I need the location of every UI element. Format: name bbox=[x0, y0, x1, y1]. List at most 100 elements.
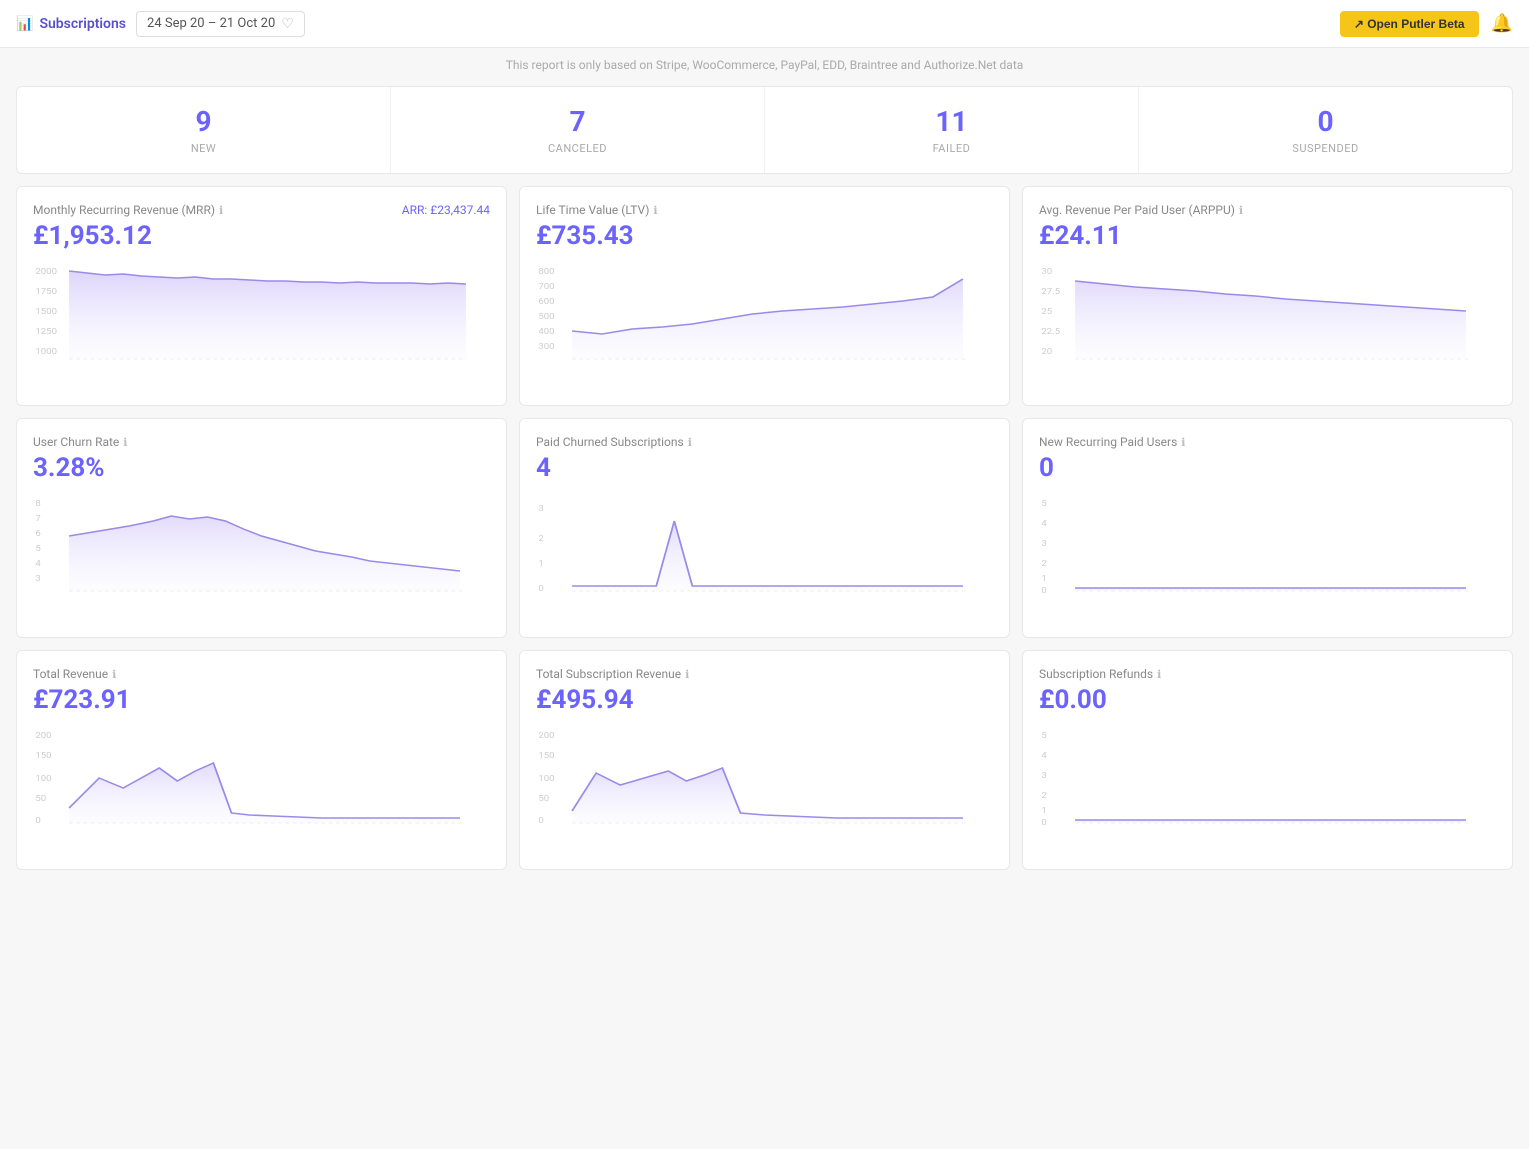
card-arppu-title: Avg. Revenue Per Paid User (ARPPU) ℹ bbox=[1039, 203, 1243, 217]
total-revenue-chart: 200 150 100 50 0 bbox=[33, 723, 490, 833]
summary-bar: 9 NEW 7 CANCELED 11 FAILED 0 SUSPENDED bbox=[16, 86, 1513, 174]
arppu-chart: 30 27.5 25 22.5 20 bbox=[1039, 259, 1496, 369]
svg-text:4: 4 bbox=[1041, 752, 1046, 761]
svg-text:2: 2 bbox=[1041, 560, 1046, 569]
svg-text:1: 1 bbox=[1041, 575, 1046, 584]
svg-text:1750: 1750 bbox=[35, 288, 57, 297]
svg-text:0: 0 bbox=[1041, 819, 1046, 828]
failed-label: FAILED bbox=[775, 142, 1128, 155]
card-churned-subs: Paid Churned Subscriptions ℹ 4 3 2 1 0 bbox=[519, 418, 1010, 638]
svg-text:600: 600 bbox=[538, 298, 554, 307]
svg-text:500: 500 bbox=[538, 313, 554, 322]
card-churned-subs-header: Paid Churned Subscriptions ℹ bbox=[536, 435, 993, 449]
svg-text:200: 200 bbox=[538, 732, 554, 741]
card-ltv: Life Time Value (LTV) ℹ £735.43 800 700 … bbox=[519, 186, 1010, 406]
subscriptions-icon: 📊 bbox=[16, 16, 33, 32]
new-label: NEW bbox=[27, 142, 380, 155]
info-icon-total-sub-revenue[interactable]: ℹ bbox=[685, 668, 689, 681]
card-refunds-title: Subscription Refunds ℹ bbox=[1039, 667, 1161, 681]
mrr-value: £1,953.12 bbox=[33, 221, 490, 251]
svg-text:3: 3 bbox=[1041, 772, 1046, 781]
svg-text:100: 100 bbox=[538, 775, 554, 784]
card-mrr-header: Monthly Recurring Revenue (MRR) ℹ ARR: £… bbox=[33, 203, 490, 217]
svg-text:50: 50 bbox=[35, 795, 46, 804]
app-title: 📊 Subscriptions bbox=[16, 16, 126, 32]
card-ltv-header: Life Time Value (LTV) ℹ bbox=[536, 203, 993, 217]
card-new-recurring: New Recurring Paid Users ℹ 0 5 4 3 2 1 0 bbox=[1022, 418, 1513, 638]
favorite-icon[interactable]: ♡ bbox=[281, 16, 294, 32]
svg-text:1000: 1000 bbox=[35, 348, 57, 357]
header-left: 📊 Subscriptions 24 Sep 20 – 21 Oct 20 ♡ bbox=[16, 11, 305, 37]
card-total-revenue-header: Total Revenue ℹ bbox=[33, 667, 490, 681]
card-refunds-header: Subscription Refunds ℹ bbox=[1039, 667, 1496, 681]
svg-text:150: 150 bbox=[538, 752, 554, 761]
svg-text:1: 1 bbox=[1041, 807, 1046, 816]
svg-text:7: 7 bbox=[35, 515, 40, 524]
svg-text:5: 5 bbox=[1041, 732, 1046, 741]
card-total-sub-revenue-header: Total Subscription Revenue ℹ bbox=[536, 667, 993, 681]
card-arppu-header: Avg. Revenue Per Paid User (ARPPU) ℹ bbox=[1039, 203, 1496, 217]
card-ltv-title: Life Time Value (LTV) ℹ bbox=[536, 203, 658, 217]
svg-text:22.5: 22.5 bbox=[1041, 328, 1060, 337]
card-total-sub-revenue-title: Total Subscription Revenue ℹ bbox=[536, 667, 689, 681]
svg-text:700: 700 bbox=[538, 283, 554, 292]
total-sub-revenue-chart: 200 150 100 50 0 bbox=[536, 723, 993, 833]
svg-text:4: 4 bbox=[35, 560, 40, 569]
card-churn: User Churn Rate ℹ 3.28% 8 7 6 5 4 3 bbox=[16, 418, 507, 638]
new-recurring-chart: 5 4 3 2 1 0 bbox=[1039, 491, 1496, 601]
info-icon-arppu[interactable]: ℹ bbox=[1239, 204, 1243, 217]
total-sub-revenue-value: £495.94 bbox=[536, 685, 993, 715]
new-count: 9 bbox=[27, 105, 380, 138]
svg-text:100: 100 bbox=[35, 775, 51, 784]
card-churn-header: User Churn Rate ℹ bbox=[33, 435, 490, 449]
svg-text:4: 4 bbox=[1041, 520, 1046, 529]
failed-count: 11 bbox=[775, 105, 1128, 138]
svg-text:2000: 2000 bbox=[35, 268, 57, 277]
header: 📊 Subscriptions 24 Sep 20 – 21 Oct 20 ♡ … bbox=[0, 0, 1529, 48]
info-icon-ltv[interactable]: ℹ bbox=[653, 204, 657, 217]
svg-text:0: 0 bbox=[538, 585, 543, 594]
svg-text:5: 5 bbox=[1041, 500, 1046, 509]
notice-text: This report is only based on Stripe, Woo… bbox=[506, 58, 1024, 72]
arr-value: ARR: £23,437.44 bbox=[402, 203, 490, 217]
arppu-value: £24.11 bbox=[1039, 221, 1496, 251]
suspended-count: 0 bbox=[1149, 105, 1502, 138]
svg-text:3: 3 bbox=[35, 575, 40, 584]
svg-text:25: 25 bbox=[1041, 308, 1052, 317]
canceled-count: 7 bbox=[401, 105, 754, 138]
title-text: Subscriptions bbox=[39, 16, 126, 32]
svg-text:300: 300 bbox=[538, 343, 554, 352]
card-churned-subs-title: Paid Churned Subscriptions ℹ bbox=[536, 435, 692, 449]
info-icon-new-recurring[interactable]: ℹ bbox=[1181, 436, 1185, 449]
mrr-chart: 2000 1750 1500 1250 1000 bbox=[33, 259, 490, 369]
refunds-value: £0.00 bbox=[1039, 685, 1496, 715]
svg-text:8: 8 bbox=[35, 500, 40, 509]
svg-text:2: 2 bbox=[538, 535, 543, 544]
info-icon-churned[interactable]: ℹ bbox=[688, 436, 692, 449]
svg-text:0: 0 bbox=[35, 817, 40, 826]
info-icon-total-revenue[interactable]: ℹ bbox=[112, 668, 116, 681]
total-revenue-value: £723.91 bbox=[33, 685, 490, 715]
open-putler-button[interactable]: ↗ Open Putler Beta bbox=[1340, 11, 1479, 37]
svg-text:200: 200 bbox=[35, 732, 51, 741]
card-new-recurring-title: New Recurring Paid Users ℹ bbox=[1039, 435, 1185, 449]
svg-text:50: 50 bbox=[538, 795, 549, 804]
header-right: ↗ Open Putler Beta 🔔 bbox=[1340, 11, 1513, 37]
info-icon-mrr[interactable]: ℹ bbox=[219, 204, 223, 217]
svg-text:2: 2 bbox=[1041, 792, 1046, 801]
svg-text:150: 150 bbox=[35, 752, 51, 761]
card-arppu: Avg. Revenue Per Paid User (ARPPU) ℹ £24… bbox=[1022, 186, 1513, 406]
card-churn-title: User Churn Rate ℹ bbox=[33, 435, 127, 449]
ltv-value: £735.43 bbox=[536, 221, 993, 251]
refunds-chart: 5 4 3 2 1 0 bbox=[1039, 723, 1496, 833]
date-range-picker[interactable]: 24 Sep 20 – 21 Oct 20 ♡ bbox=[136, 11, 305, 37]
summary-suspended: 0 SUSPENDED bbox=[1139, 87, 1512, 173]
card-new-recurring-header: New Recurring Paid Users ℹ bbox=[1039, 435, 1496, 449]
svg-text:400: 400 bbox=[538, 328, 554, 337]
metrics-grid: Monthly Recurring Revenue (MRR) ℹ ARR: £… bbox=[16, 186, 1513, 870]
bell-icon[interactable]: 🔔 bbox=[1491, 13, 1513, 34]
info-icon-churn[interactable]: ℹ bbox=[123, 436, 127, 449]
svg-text:1: 1 bbox=[538, 560, 543, 569]
info-icon-refunds[interactable]: ℹ bbox=[1157, 668, 1161, 681]
churned-subs-value: 4 bbox=[536, 453, 993, 483]
